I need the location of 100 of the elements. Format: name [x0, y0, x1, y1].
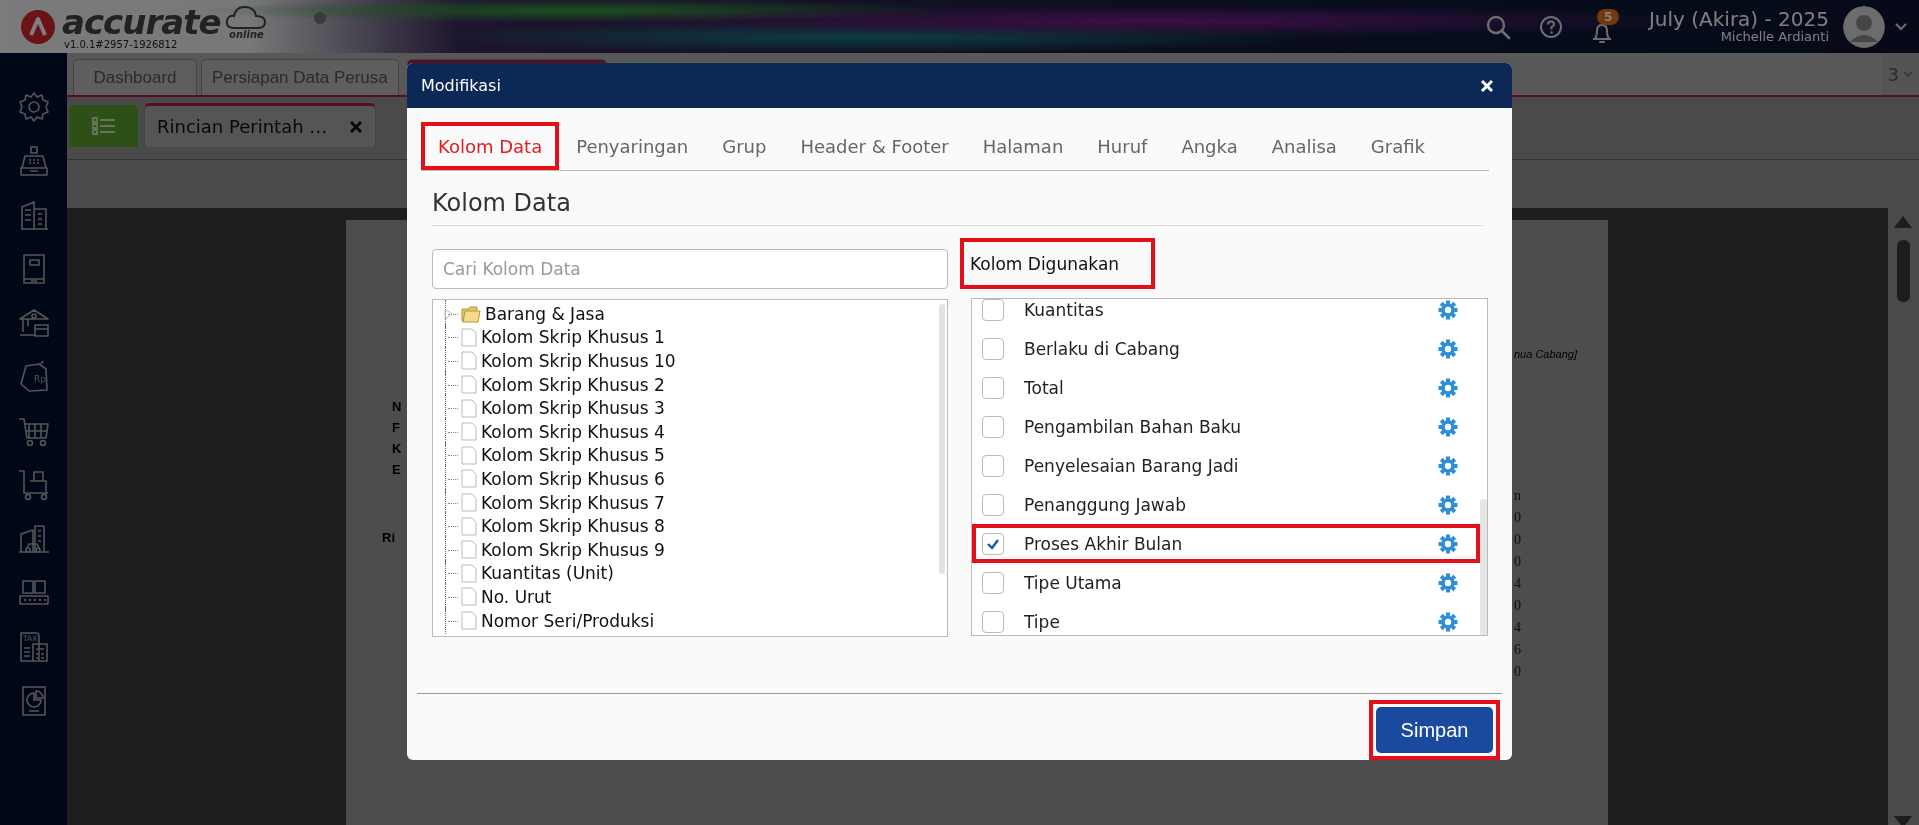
file-icon [461, 611, 477, 630]
checkbox[interactable] [982, 299, 1004, 321]
column-row[interactable]: Total [972, 368, 1480, 407]
tree-item[interactable]: No. Urut [481, 586, 552, 607]
gear-icon[interactable] [1438, 611, 1458, 632]
file-icon [461, 540, 477, 560]
gear-icon[interactable] [1438, 455, 1458, 476]
tree-item[interactable]: Kolom Skrip Khusus 4 [481, 421, 665, 442]
column-row[interactable]: Berlaku di Cabang [972, 329, 1480, 368]
tab[interactable]: Huruf [1080, 122, 1165, 170]
tree-item[interactable]: Kolom Skrip Khusus 9 [481, 539, 665, 560]
checkbox[interactable] [982, 415, 1004, 438]
version-text: v1.0.1#2957-1926812 [64, 39, 179, 50]
tab-label: Rincian Perintah … [157, 116, 328, 137]
column-name: Berlaku di Cabang [1024, 338, 1181, 359]
tree-item[interactable]: Nomor Seri/Produksi [481, 610, 655, 631]
document-value: 4 [1514, 620, 1521, 636]
tree-item[interactable]: Kuantitas (Unit) [481, 563, 614, 584]
tree-item[interactable]: Kolom Skrip Khusus 2 [481, 374, 665, 395]
document-label: K [392, 440, 402, 458]
logo-subtitle: online [229, 29, 264, 40]
gear-icon[interactable] [1438, 299, 1458, 320]
gear-icon[interactable] [16, 90, 51, 124]
gear-icon[interactable] [1438, 533, 1458, 554]
document-value: 0 [1514, 664, 1521, 680]
list-heading: Kolom Digunakan [960, 238, 1155, 289]
logo-icon [20, 8, 56, 45]
tree-item[interactable]: Kolom Skrip Khusus 7 [481, 492, 665, 513]
document-value: 6 [1514, 642, 1521, 658]
column-row[interactable]: Proses Akhir Bulan [972, 524, 1480, 563]
document-value: 0 [1514, 598, 1521, 614]
tree-item[interactable]: Kolom Skrip Khusus 5 [481, 445, 665, 466]
tab[interactable]: Penyaringan [559, 122, 706, 170]
gear-icon[interactable] [1438, 338, 1458, 359]
file-icon [461, 398, 477, 418]
tab[interactable]: Analisa [1254, 122, 1354, 170]
tree-item[interactable]: Kolom Skrip Khusus 6 [481, 468, 665, 489]
file-icon [461, 327, 477, 347]
checkbox[interactable] [982, 376, 1004, 399]
column-row[interactable]: Pengambilan Bahan Baku [972, 407, 1480, 446]
tab[interactable]: Grup [705, 122, 784, 170]
column-name: Kuantitas [1024, 299, 1105, 320]
factory-icon[interactable] [16, 522, 51, 556]
gear-icon[interactable] [1438, 572, 1458, 593]
checkbox[interactable] [982, 610, 1004, 633]
checkbox[interactable] [982, 337, 1004, 360]
document-label: F [392, 419, 401, 437]
caret-icon[interactable] [1895, 22, 1907, 31]
document-value: 0 [1514, 554, 1521, 570]
checkbox[interactable] [982, 493, 1004, 516]
file-icon [461, 563, 477, 583]
bank-icon[interactable] [16, 306, 51, 340]
checkbox[interactable] [982, 454, 1004, 477]
save-button[interactable]: Simpan [1376, 707, 1493, 753]
column-name: Tipe Utama [1024, 572, 1123, 593]
search-icon[interactable] [1484, 13, 1511, 40]
expand-icon[interactable] [443, 307, 455, 320]
gear-icon[interactable] [1438, 377, 1458, 398]
avatar[interactable] [1843, 5, 1885, 48]
folder-icon [461, 304, 481, 323]
document-note: nua Cabang] [1514, 348, 1577, 360]
file-icon [461, 469, 477, 489]
document-label: Ri [382, 530, 396, 545]
tree-item[interactable]: Kolom Skrip Khusus 3 [481, 398, 665, 419]
tree-item[interactable]: Kolom Skrip Khusus 10 [481, 351, 676, 371]
tree-item[interactable]: Kolom Skrip Khusus 8 [481, 516, 665, 537]
tab[interactable]: Header & Footer [783, 122, 966, 170]
column-name: Tipe [1024, 611, 1061, 632]
trolley-icon[interactable] [16, 468, 51, 502]
checkbox[interactable] [982, 571, 1004, 594]
column-row[interactable]: Tipe [972, 602, 1480, 635]
file-icon [461, 445, 477, 465]
tab[interactable]: Kolom Data [421, 122, 560, 170]
list-icon [91, 116, 116, 136]
help-icon[interactable] [1538, 14, 1563, 39]
dialog-title: Modifikasi [421, 76, 501, 95]
column-row[interactable]: Tipe Utama [972, 563, 1480, 602]
column-row[interactable]: Kuantitas [972, 299, 1480, 329]
checkbox[interactable] [982, 532, 1004, 555]
document-value: 4 [1514, 576, 1521, 592]
tab[interactable]: Grafik [1353, 122, 1442, 170]
search-field[interactable]: Cari Kolom Data [432, 249, 948, 289]
tree-item[interactable]: Kolom Skrip Khusus 1 [481, 327, 665, 348]
column-name: Penyelesaian Barang Jadi [1024, 455, 1240, 476]
tab[interactable]: Angka [1164, 122, 1255, 170]
check-icon [986, 537, 1000, 550]
gear-icon[interactable] [1438, 494, 1458, 515]
gear-icon[interactable] [1438, 416, 1458, 437]
document-value: 0 [1514, 510, 1521, 526]
list-button[interactable] [69, 105, 138, 147]
document-label: N [392, 398, 402, 416]
column-row[interactable]: Penyelesaian Barang Jadi [972, 446, 1480, 485]
document-value: 0 [1514, 532, 1521, 548]
period-label: July (Akira) - 2025 [1648, 8, 1829, 31]
user-name: Michelle Ardianti [1720, 30, 1829, 45]
tab[interactable]: Halaman [965, 122, 1081, 170]
column-row[interactable]: Penanggung Jawab [972, 485, 1480, 524]
column-name: Total [1024, 377, 1065, 398]
notification-badge: 5 [1596, 8, 1620, 25]
tree-item[interactable]: Barang & Jasa [485, 303, 605, 324]
